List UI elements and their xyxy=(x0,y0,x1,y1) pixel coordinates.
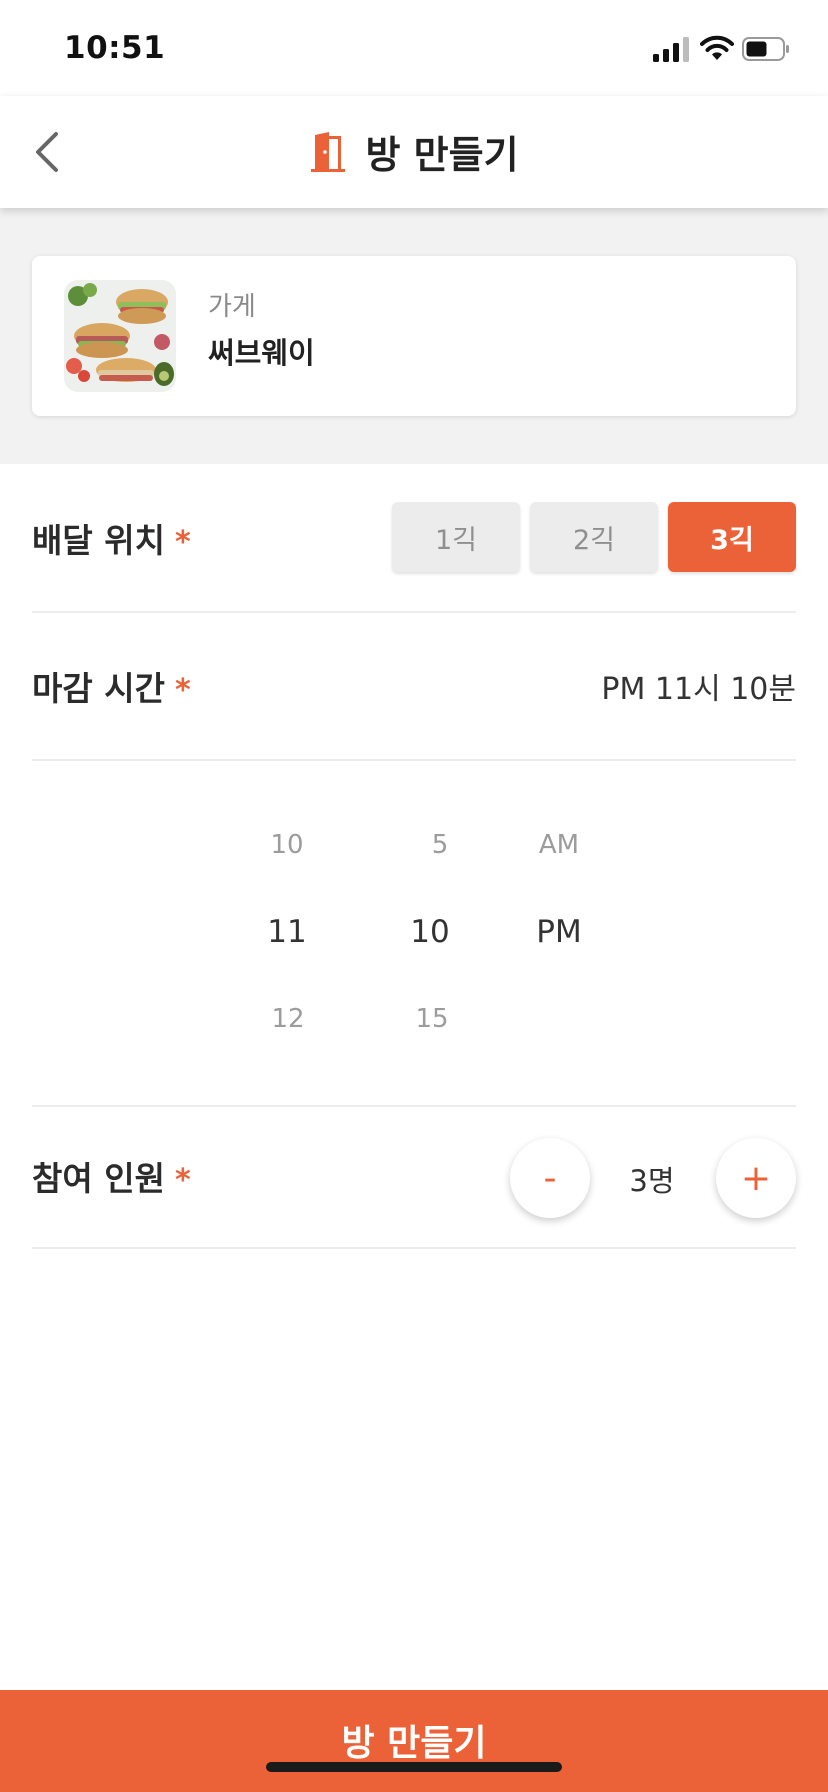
delivery-location-label-text: 배달 위치 xyxy=(32,521,165,560)
delivery-location-label: 배달 위치 * xyxy=(32,514,191,562)
location-option-2[interactable]: 2긱 xyxy=(530,502,658,572)
wifi-icon xyxy=(700,35,734,60)
picker-hour-next[interactable]: 12 xyxy=(238,1004,338,1034)
divider xyxy=(32,1247,796,1249)
time-picker[interactable]: 10 11 12 5 10 15 AM PM xyxy=(0,772,828,1072)
store-name: 써브웨이 xyxy=(208,336,315,370)
picker-minute-next[interactable]: 15 xyxy=(382,1004,482,1034)
participant-count: 3명 xyxy=(629,1164,675,1198)
participants-label-text: 참여 인원 xyxy=(32,1159,165,1198)
deadline-label-text: 마감 시간 xyxy=(32,669,165,708)
picker-hour-selected[interactable]: 11 xyxy=(237,914,337,950)
required-mark: * xyxy=(174,525,191,560)
store-section: 가게 써브웨이 xyxy=(0,208,828,464)
battery-icon xyxy=(742,37,789,61)
create-room-button-label: 방 만들기 xyxy=(341,1723,487,1764)
status-bar: 10:51 xyxy=(0,0,828,96)
increment-button[interactable]: + xyxy=(716,1138,796,1218)
location-option-3[interactable]: 3긱 xyxy=(668,502,796,572)
divider xyxy=(32,1105,796,1107)
create-room-button[interactable]: 방 만들기 xyxy=(0,1690,828,1792)
picker-minute-selected[interactable]: 10 xyxy=(380,914,480,950)
required-mark: * xyxy=(174,673,191,708)
divider xyxy=(32,611,796,613)
nav-bar: 방 만들기 xyxy=(0,96,828,208)
store-label: 가게 xyxy=(208,292,256,322)
picker-hour-prev[interactable]: 10 xyxy=(237,830,337,860)
picker-period-prev[interactable]: AM xyxy=(509,830,609,860)
sandwich-image xyxy=(64,280,176,392)
divider xyxy=(32,759,796,761)
decrement-button[interactable]: - xyxy=(510,1138,590,1218)
door-icon xyxy=(311,131,346,172)
page-title: 방 만들기 xyxy=(365,133,519,177)
nav-title-group: 방 만들기 xyxy=(0,124,828,179)
participants-label: 참여 인원 * xyxy=(32,1152,191,1200)
cellular-signal-icon xyxy=(653,37,689,62)
status-time: 10:51 xyxy=(64,30,166,66)
store-thumbnail xyxy=(64,280,176,392)
store-card[interactable]: 가게 써브웨이 xyxy=(32,256,796,416)
picker-period-selected[interactable]: PM xyxy=(509,914,609,950)
location-option-1[interactable]: 1긱 xyxy=(392,502,520,572)
required-mark: * xyxy=(174,1163,191,1198)
deadline-label: 마감 시간 * xyxy=(32,662,191,710)
deadline-value: PM 11시 10분 xyxy=(601,672,796,707)
home-indicator xyxy=(266,1762,562,1772)
picker-minute-prev[interactable]: 5 xyxy=(390,830,490,860)
